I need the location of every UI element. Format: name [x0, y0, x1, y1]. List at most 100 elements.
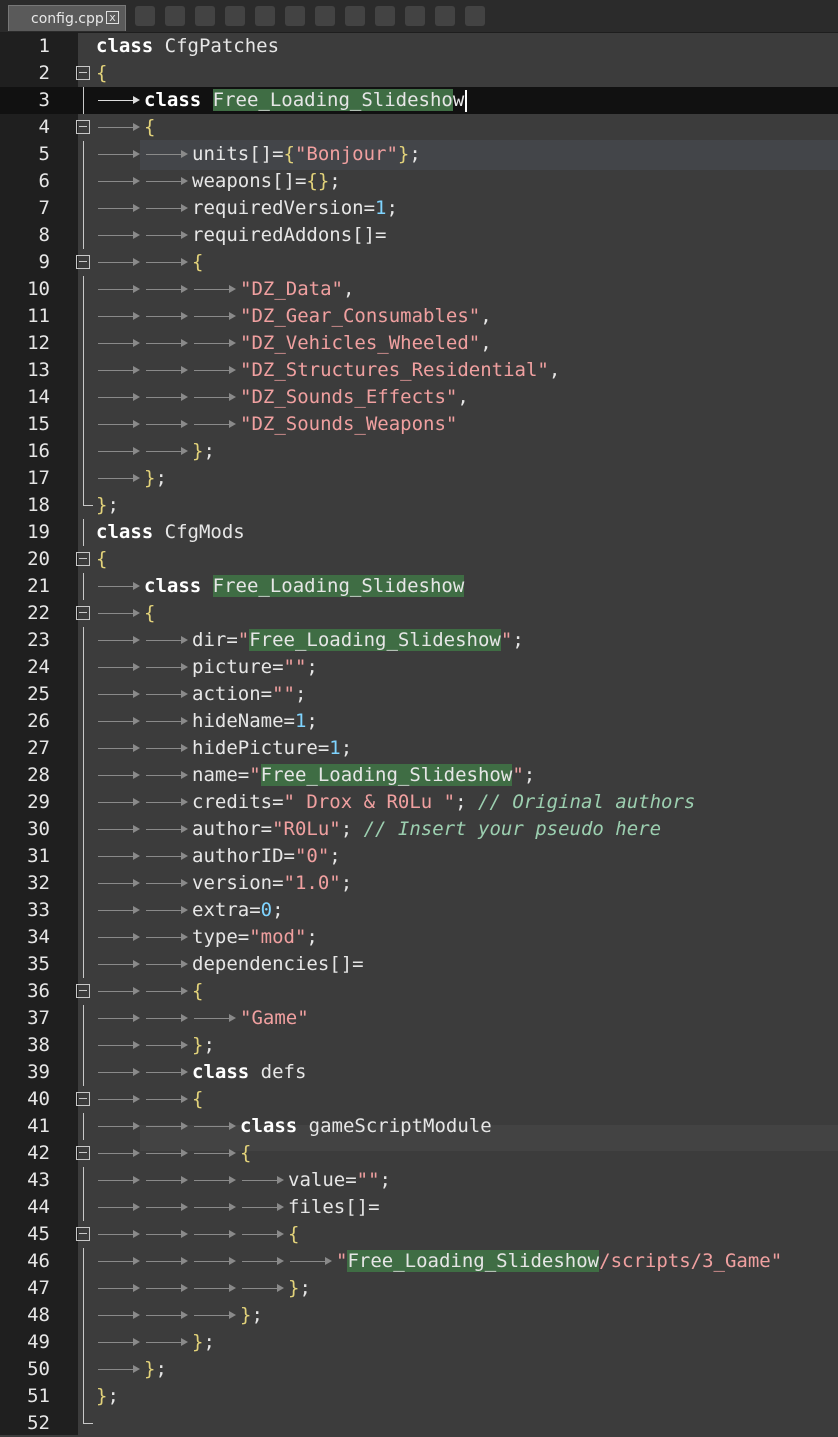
code-line[interactable]: 34 type="mod";	[0, 924, 838, 951]
code-token: }	[144, 1358, 156, 1380]
fold-toggle-icon[interactable]	[76, 552, 90, 566]
tab-arrow-icon	[144, 843, 192, 870]
code-line[interactable]: 46 "Free_Loading_Slideshow/scripts/3_Game…	[0, 1248, 838, 1275]
code-line[interactable]: 13 "DZ_Structures_Residential",	[0, 357, 838, 384]
code-line[interactable]: 47};	[0, 1275, 838, 1302]
code-token: {	[240, 1142, 252, 1164]
line-number: 17	[27, 467, 50, 489]
code-line[interactable]: 28 name="Free_Loading_Slideshow";	[0, 762, 838, 789]
fold-guide	[83, 1248, 84, 1275]
code-editor[interactable]: 1 class CfgPatches 2{3 class Free_Loading_S…	[0, 33, 838, 1437]
code-line[interactable]: 4{	[0, 114, 838, 141]
tab-arrow-icon	[96, 249, 144, 276]
code-line[interactable]: 31 authorID="0";	[0, 843, 838, 870]
code-line[interactable]: 36 {	[0, 978, 838, 1005]
code-line[interactable]: 29 credits=" Drox & R0Lu "; // Original a…	[0, 789, 838, 816]
code-line[interactable]: 51};	[0, 1383, 838, 1410]
code-line[interactable]: 9{	[0, 249, 838, 276]
line-number: 52	[27, 1412, 50, 1434]
tab-arrow-icon	[192, 1005, 240, 1032]
code-line[interactable]: 48};	[0, 1302, 838, 1329]
code-line[interactable]: 49};	[0, 1329, 838, 1356]
code-line[interactable]: 23 dir="Free_Loading_Slideshow";	[0, 627, 838, 654]
tab-arrow-icon	[96, 1194, 144, 1221]
code-line[interactable]: 24 picture="";	[0, 654, 838, 681]
fold-toggle-icon[interactable]	[76, 984, 90, 998]
tab-config-cpp[interactable]: config.cpp x	[8, 5, 126, 31]
fold-toggle-icon[interactable]	[76, 120, 90, 134]
code-line[interactable]: 18};	[0, 492, 838, 519]
code-line[interactable]: 40 {	[0, 1086, 838, 1113]
tab-arrow-icon	[144, 330, 192, 357]
code-text: class CfgMods	[96, 519, 245, 546]
fold-toggle-icon[interactable]	[76, 1092, 90, 1106]
code-token: Free_Loading_Slideshow	[347, 1250, 600, 1272]
code-line[interactable]: 38};	[0, 1032, 838, 1059]
code-line[interactable]: 43 value="";	[0, 1167, 838, 1194]
line-number: 27	[27, 737, 50, 759]
line-number: 23	[27, 629, 50, 651]
code-line[interactable]: 20 {	[0, 546, 838, 573]
code-line[interactable]: 27 hidePicture=1;	[0, 735, 838, 762]
code-line[interactable]: 16};	[0, 438, 838, 465]
code-line[interactable]: 19 class CfgMods	[0, 519, 838, 546]
code-line[interactable]: 12 "DZ_Vehicles_Wheeled",	[0, 330, 838, 357]
tab-arrow-icon	[144, 708, 192, 735]
tab-arrow-icon	[144, 654, 192, 681]
code-token: dir=	[192, 629, 238, 651]
code-token: ;	[306, 710, 318, 732]
fold-toggle-icon[interactable]	[76, 255, 90, 269]
code-line[interactable]: 39 class defs	[0, 1059, 838, 1086]
fold-guide	[83, 438, 84, 465]
code-line[interactable]: 15 "DZ_Sounds_Weapons"	[0, 411, 838, 438]
code-line[interactable]: 1 class CfgPatches	[0, 33, 838, 60]
text-cursor	[465, 89, 468, 112]
code-line[interactable]: 21 class Free_Loading_Slideshow	[0, 573, 838, 600]
code-line[interactable]: 37 "Game"	[0, 1005, 838, 1032]
code-text: class Free_Loading_Slideshow	[96, 573, 465, 600]
code-text: name="Free_Loading_Slideshow";	[96, 762, 535, 789]
tab-arrow-icon	[144, 681, 192, 708]
tab-arrow-icon	[144, 384, 192, 411]
fold-toggle-icon[interactable]	[76, 606, 90, 620]
code-line[interactable]: 10 "DZ_Data",	[0, 276, 838, 303]
code-line[interactable]: 41 class gameScriptModule	[0, 1113, 838, 1140]
code-line[interactable]: 45 {	[0, 1221, 838, 1248]
code-line[interactable]: 17};	[0, 465, 838, 492]
code-token: requiredAddons[]=	[192, 224, 387, 246]
fold-toggle-icon[interactable]	[76, 66, 90, 80]
tab-arrow-icon	[144, 978, 192, 1005]
fold-toggle-icon[interactable]	[76, 1227, 90, 1241]
code-line[interactable]: 5 units[]={"Bonjour"};	[0, 141, 838, 168]
tab-arrow-icon	[96, 816, 144, 843]
code-token: class	[192, 1061, 250, 1083]
code-line[interactable]: 3 class Free_Loading_Slideshow	[0, 87, 838, 114]
tab-arrow-icon	[240, 1275, 288, 1302]
code-line[interactable]: 42 {	[0, 1140, 838, 1167]
code-line[interactable]: 25 action="";	[0, 681, 838, 708]
code-line[interactable]: 32 version="1.0";	[0, 870, 838, 897]
tab-arrow-icon	[144, 222, 192, 249]
code-line[interactable]: 30 author="R0Lu"; // Insert your pseudo h…	[0, 816, 838, 843]
code-line[interactable]: 44 files[]=	[0, 1194, 838, 1221]
code-line[interactable]: 35 dependencies[]=	[0, 951, 838, 978]
fold-toggle-icon[interactable]	[76, 1146, 90, 1160]
code-line[interactable]: 26 hideName=1;	[0, 708, 838, 735]
code-text: };	[96, 1302, 263, 1329]
code-text: "Free_Loading_Slideshow/scripts/3_Game"	[96, 1248, 782, 1275]
code-line[interactable]: 50};	[0, 1356, 838, 1383]
code-line[interactable]: 11 "DZ_Gear_Consumables",	[0, 303, 838, 330]
code-token: Free_Loading_Slideshow	[260, 764, 513, 786]
code-line[interactable]: 14 "DZ_Sounds_Effects",	[0, 384, 838, 411]
code-line[interactable]: 22 {	[0, 600, 838, 627]
code-token: hidePicture=	[192, 737, 330, 759]
code-line[interactable]: 33 extra=0;	[0, 897, 838, 924]
code-line[interactable]: 6 weapons[]={};	[0, 168, 838, 195]
code-line[interactable]: 7 requiredVersion=1;	[0, 195, 838, 222]
code-line[interactable]: 2{	[0, 60, 838, 87]
code-token: 1	[329, 737, 341, 759]
code-line[interactable]: 52	[0, 1410, 838, 1437]
close-icon[interactable]: x	[106, 11, 119, 24]
code-line[interactable]: 8 requiredAddons[]=	[0, 222, 838, 249]
